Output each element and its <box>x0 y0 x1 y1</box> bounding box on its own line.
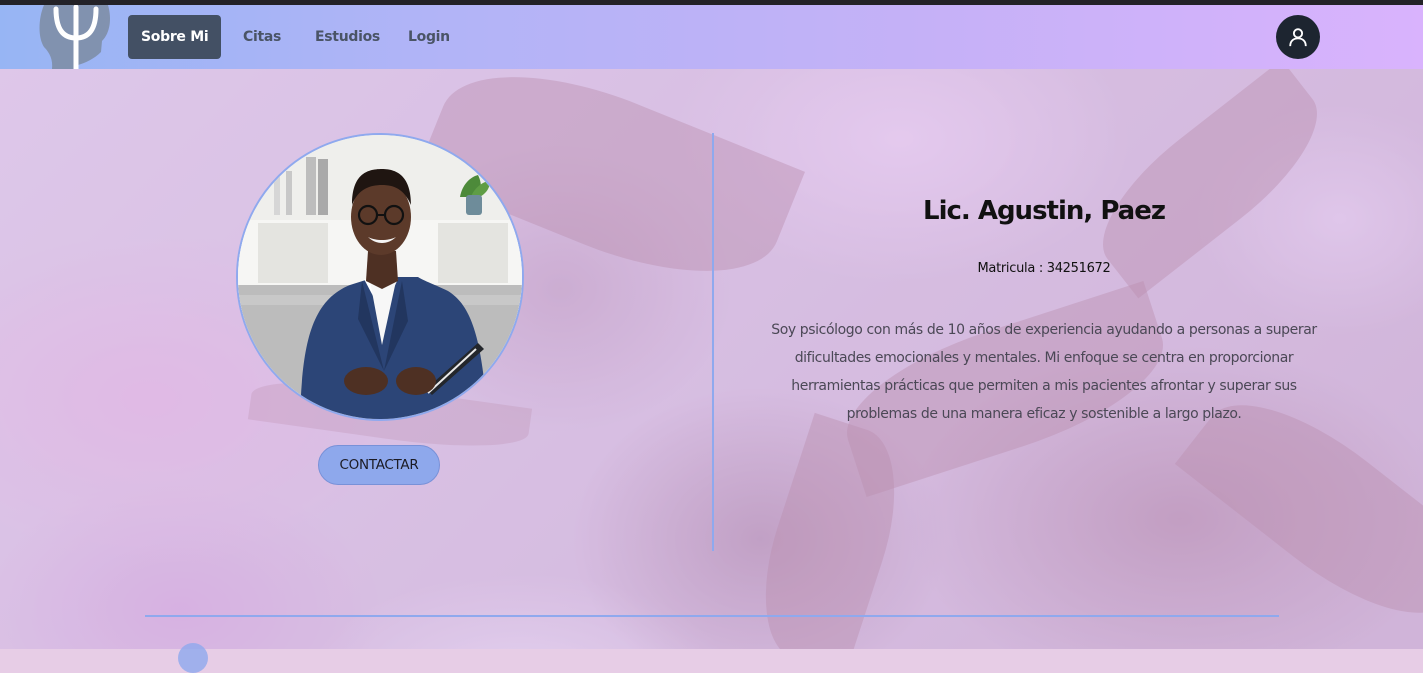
profile-button[interactable] <box>1276 15 1320 59</box>
navbar: Sobre Mi Citas Estudios Login <box>0 4 1423 72</box>
psi-head-icon[interactable] <box>38 4 114 72</box>
nav-citas[interactable]: Citas <box>230 15 294 59</box>
profile-name: Lic. Agustin, Paez <box>923 196 1166 226</box>
profile-photo <box>236 133 524 421</box>
nav-login[interactable]: Login <box>395 15 463 59</box>
nav-estudios[interactable]: Estudios <box>302 15 393 59</box>
vertical-divider <box>712 133 714 551</box>
profile-bio: Soy psicólogo con más de 10 años de expe… <box>771 322 1317 422</box>
section-divider <box>145 615 1279 617</box>
contact-button[interactable]: CONTACTAR <box>318 445 440 485</box>
partial-section-icon <box>178 643 208 673</box>
user-icon <box>1289 28 1307 47</box>
matricula-text: Matricula : 34251672 <box>977 261 1111 276</box>
nav-sobre-mi[interactable]: Sobre Mi <box>128 15 222 59</box>
